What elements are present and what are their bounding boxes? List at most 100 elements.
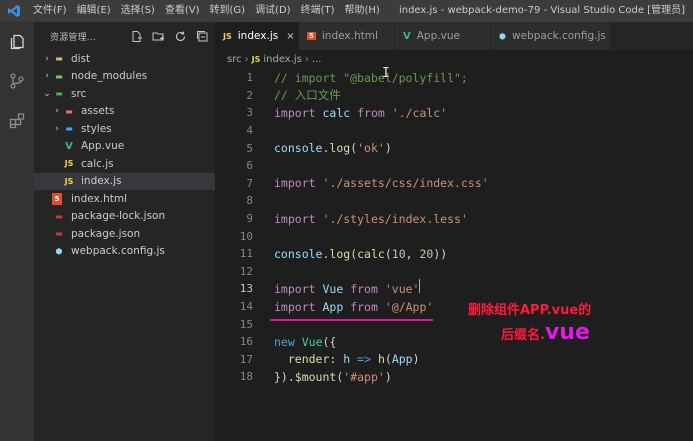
code-line: 10 [215, 227, 693, 245]
tree-item[interactable]: V App.vue [34, 138, 215, 155]
line-number: 13 [239, 282, 253, 296]
code-token: App [322, 299, 344, 314]
code-line: 14 import App from '@/App' [215, 298, 693, 316]
chevron-icon: › [55, 123, 59, 134]
tree-item[interactable]: › ▬ dist [34, 50, 215, 67]
code-token: import [274, 281, 316, 296]
code-text: console.log('ok') [274, 141, 392, 155]
code-token: new [274, 334, 295, 349]
menu-item[interactable]: 调试(D) [250, 0, 296, 22]
js-file-icon: JS [64, 176, 74, 186]
breadcrumb-folder[interactable]: src [227, 54, 242, 65]
source-control-icon[interactable] [0, 66, 34, 96]
code-token: 10 [391, 246, 406, 261]
annotation-line-2: 后缀名.vue [501, 320, 590, 345]
tree-item[interactable]: ▬ package-lock.json [34, 208, 215, 225]
tree-item-label: index.html [71, 192, 127, 205]
tree-item[interactable]: › ▬ node_modules [34, 68, 215, 85]
code-token: App [391, 352, 413, 367]
code-token: => [357, 352, 371, 367]
line-number: 17 [239, 352, 253, 366]
tree-item[interactable]: ⌄ ▬ src [34, 85, 215, 102]
tree-item[interactable]: JS calc.js [34, 155, 215, 172]
code-token: calc [357, 246, 385, 261]
menu-item[interactable]: 文件(F) [28, 0, 72, 22]
html-file-icon: 5 [52, 192, 62, 205]
editor-tabs: JS index.js × 5 index.html V App.vue ⬢ webpack.c… [215, 22, 693, 50]
chevron-icon: › [45, 53, 49, 64]
code-token: Vue [301, 334, 323, 349]
code-text: import App from '@/App' [274, 300, 433, 314]
menu-item[interactable]: 终端(T) [296, 0, 340, 22]
tab-label: index.html [321, 30, 378, 42]
line-number: 8 [246, 194, 253, 208]
menu-item[interactable]: 编辑(E) [72, 0, 116, 22]
new-folder-icon[interactable] [151, 29, 165, 43]
tree-item[interactable]: ⬢ webpack.config.js [34, 243, 215, 260]
code-token: './assets/css/index.css' [322, 176, 489, 191]
tab-app-vue[interactable]: V App.vue [395, 22, 491, 50]
code-token: console [274, 141, 323, 156]
collapse-all-icon[interactable] [195, 29, 209, 43]
tab-index-js[interactable]: JS index.js × [215, 22, 299, 50]
menu-item[interactable]: 选择(S) [116, 0, 160, 22]
extensions-icon[interactable] [0, 106, 34, 136]
tab-index-html[interactable]: 5 index.html [299, 22, 395, 50]
line-number: 1 [246, 71, 253, 85]
tree-item-label: assets [81, 105, 115, 117]
tree-item-label: src [71, 87, 87, 100]
chevron-icon: › [55, 106, 59, 116]
menu-item[interactable]: 转到(G) [205, 0, 251, 22]
title-bar: 文件(F) 编辑(E) 选择(S) 查看(V) 转到(G) 调试(D) 终端(T) 帮助(H)… [0, 0, 693, 22]
tree-item-label: styles [81, 122, 112, 135]
breadcrumb-file[interactable]: index.js [263, 54, 302, 65]
tree-item-label: node_modules [71, 70, 148, 82]
tree-item-label: calc.js [81, 157, 114, 170]
line-number: 15 [239, 317, 253, 331]
code-line: 3 import calc from './calc' [215, 104, 693, 122]
npm-file-icon: ▬ [55, 211, 63, 221]
tree-item-label: webpack.config.js [71, 245, 165, 257]
code-token: './calc' [391, 105, 448, 120]
mouse-ibeam-icon: I [382, 66, 390, 81]
chevron-icon: ⌄ [43, 88, 51, 99]
new-file-icon[interactable] [129, 29, 143, 43]
webpack-file-icon: ⬢ [55, 246, 63, 256]
close-icon[interactable]: × [286, 31, 294, 42]
code-line: 12 [215, 263, 693, 281]
files-icon[interactable] [0, 27, 34, 57]
tree-item[interactable]: 5 index.html [34, 190, 215, 207]
menu-item[interactable]: 查看(V) [160, 0, 205, 22]
code-line: 5 console.log('ok') [215, 139, 693, 157]
code-line: 17 render: h => h(App) [215, 351, 693, 369]
tree-item-label: index.js [81, 175, 122, 187]
refresh-icon[interactable] [173, 29, 187, 43]
code-token: h [377, 352, 385, 367]
breadcrumb-symbols[interactable]: ... [312, 54, 322, 65]
highlight-underline [270, 319, 433, 321]
code-editor[interactable]: 18}).$mount('#app') 17 render: h => h(App… [215, 66, 693, 441]
js-file-icon: JS [251, 54, 261, 64]
code-token: ) [384, 369, 392, 384]
code-line: 4 [215, 122, 693, 140]
tree-item[interactable]: › ▬ assets [34, 103, 215, 120]
code-text: render: h => h(App) [274, 352, 420, 366]
code-token: render [287, 352, 330, 367]
code-token: , [405, 246, 420, 261]
menu-item[interactable]: 帮助(H) [340, 0, 385, 22]
line-number: 2 [246, 88, 253, 102]
tree-item[interactable]: ▬ package.json [34, 225, 215, 242]
code-text: // 入口文件 [274, 87, 341, 103]
tree-item[interactable]: JS index.js [34, 172, 215, 190]
line-number: 3 [246, 106, 253, 120]
tab-webpack-config[interactable]: ⬢ webpack.config.js [491, 22, 611, 50]
code-token: from [350, 299, 378, 314]
line-number: 9 [246, 212, 253, 226]
code-token: import [274, 211, 316, 226]
tree-item[interactable]: › ▬ styles [34, 120, 215, 137]
code-token: import [274, 299, 316, 314]
breadcrumb: src › JS index.js › ... [215, 50, 693, 68]
